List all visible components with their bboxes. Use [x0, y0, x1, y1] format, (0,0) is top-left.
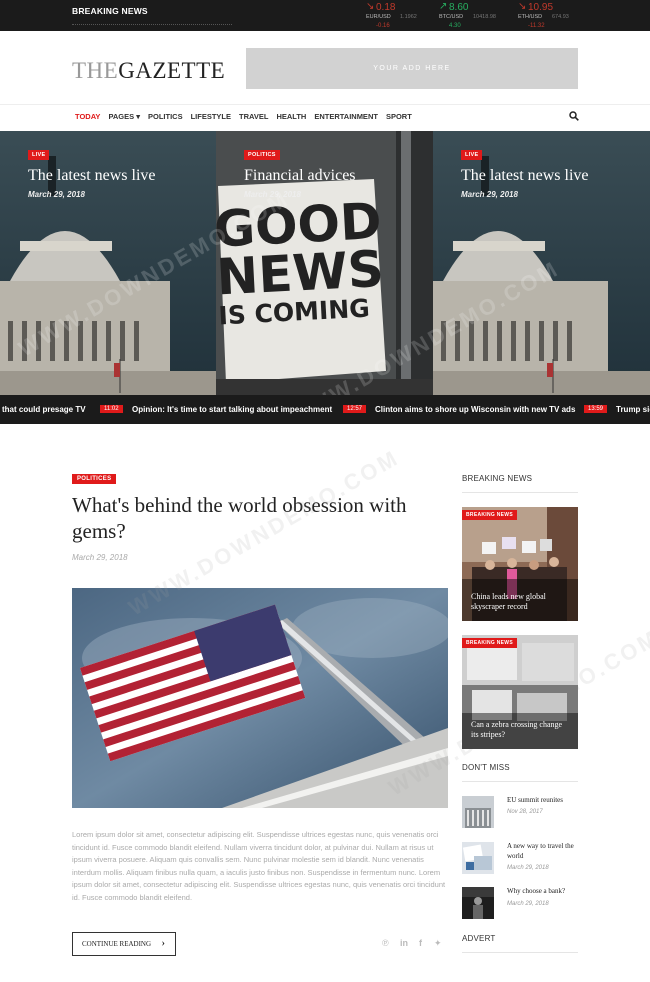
main-nav: TODAY PAGES ▾ POLITICS LIFESTYLE TRAVEL …: [75, 112, 412, 121]
market-price: 10418.98: [473, 14, 496, 20]
article-title[interactable]: What's behind the world obsession with g…: [72, 492, 432, 544]
sidebar-card[interactable]: BREAKING NEWS China leads new global sky…: [462, 507, 578, 621]
market-eth-usd[interactable]: ↘ 10.95 ETH/USD 674.93 -11.32: [518, 0, 588, 31]
slide-title[interactable]: Financial advices: [244, 167, 356, 185]
dont-miss-date: Nov 28, 2017: [507, 809, 543, 815]
ticker-time: 12:57: [343, 405, 367, 413]
market-price: 1.1962: [400, 14, 417, 20]
market-change: 0.18: [376, 2, 396, 13]
market-price: 674.93: [552, 14, 569, 20]
sidebar-divider: [462, 781, 578, 782]
headline-ticker: that could presage TV 11:02 Opinion: It'…: [0, 395, 650, 424]
ticker-headline[interactable]: Clinton aims to shore up Wisconsin with …: [375, 405, 575, 414]
market-sub: -11.32: [528, 23, 545, 29]
nav-item-health[interactable]: HEALTH: [276, 112, 306, 121]
facebook-icon[interactable]: f: [419, 938, 422, 948]
slide-title[interactable]: The latest news live: [461, 167, 589, 185]
sign-text: GOOD NEWS IS COMING: [216, 192, 394, 332]
linkedin-icon[interactable]: in: [400, 938, 408, 948]
card-title[interactable]: China leads new global skyscraper record: [471, 592, 571, 612]
nav-item-travel[interactable]: TRAVEL: [239, 112, 268, 121]
chevron-right-icon: ›: [161, 938, 165, 949]
slide-tag[interactable]: LIVE: [28, 150, 50, 160]
ticker-headline[interactable]: that could presage TV: [2, 405, 86, 414]
slide-date: March 29, 2018: [461, 190, 518, 199]
sidebar-card[interactable]: BREAKING NEWS Can a zebra crossing chang…: [462, 635, 578, 749]
twitter-icon[interactable]: ✦: [434, 938, 442, 949]
ticker-time: 13:59: [584, 405, 608, 413]
dont-miss-thumbnail: [462, 796, 494, 828]
trend-up-icon: ↗: [439, 1, 448, 12]
header-ad-banner[interactable]: YOUR ADD HERE: [246, 48, 578, 89]
market-change: 10.95: [528, 2, 554, 13]
market-pair: ETH/USD: [518, 14, 543, 20]
nav-item-politics[interactable]: POLITICS: [148, 112, 183, 121]
search-icon[interactable]: [569, 111, 579, 121]
article-excerpt: Lorem ipsum dolor sit amet, consectetur …: [72, 830, 446, 902]
card-title[interactable]: Can a zebra crossing change its stripes?: [471, 720, 571, 740]
flag-image: [72, 588, 448, 808]
hero-slide-2[interactable]: GOOD NEWS IS COMING POLITICS Financial a…: [216, 131, 434, 395]
dont-miss-item[interactable]: Why choose a bank? March 29, 2018: [462, 887, 578, 921]
dont-miss-item[interactable]: EU summit reunites Nov 28, 2017: [462, 796, 578, 830]
sidebar-heading-breaking: BREAKING NEWS: [462, 474, 533, 483]
slide-tag[interactable]: LIVE: [461, 150, 483, 160]
market-btc-usd[interactable]: ↗ 8.60 BTC/USD 10418.98 4.30: [439, 0, 509, 31]
dont-miss-title[interactable]: Why choose a bank?: [507, 887, 579, 897]
dont-miss-title[interactable]: A new way to travel the world: [507, 842, 579, 861]
slide-date: March 29, 2018: [244, 190, 301, 199]
hero-slider: LIVE The latest news live March 29, 2018…: [0, 131, 650, 395]
market-pair: EUR/USD: [366, 14, 391, 20]
sidebar-heading-dont-miss: DON'T MISS: [462, 763, 510, 772]
market-eur-usd[interactable]: ↘ 0.18 EUR/USD 1.1962 -0.16: [366, 0, 436, 31]
trend-down-icon: ↘: [518, 1, 527, 12]
nav-item-entertainment[interactable]: ENTERTAINMENT: [314, 112, 378, 121]
dont-miss-title[interactable]: EU summit reunites: [507, 796, 579, 806]
ticker-time: 11:02: [100, 405, 123, 413]
market-sub: 4.30: [449, 23, 461, 29]
logo-dark-text: GAZETTE: [118, 58, 226, 83]
nav-item-sport[interactable]: SPORT: [386, 112, 412, 121]
nav-divider: [0, 104, 650, 105]
card-tag[interactable]: BREAKING NEWS: [462, 638, 517, 648]
continue-reading-button[interactable]: CONTINUE READING ›: [72, 932, 176, 956]
top-bar: BREAKING NEWS ↘ 0.18 EUR/USD 1.1962 -0.1…: [0, 0, 650, 31]
hero-slide-1[interactable]: LIVE The latest news live March 29, 2018: [0, 131, 218, 395]
article-image[interactable]: [72, 588, 448, 808]
market-pair: BTC/USD: [439, 14, 464, 20]
slide-title[interactable]: The latest news live: [28, 167, 156, 185]
ticker-headline[interactable]: Trump sig: [616, 405, 650, 414]
breaking-news-strip: [72, 24, 232, 27]
dont-miss-thumbnail: [462, 887, 494, 919]
dont-miss-date: March 29, 2018: [507, 901, 549, 907]
sidebar-divider: [462, 492, 578, 493]
article-category-tag[interactable]: POLITICES: [72, 474, 117, 484]
sidebar-divider: [462, 952, 578, 953]
card-tag[interactable]: BREAKING NEWS: [462, 510, 517, 520]
trend-down-icon: ↘: [366, 1, 375, 12]
pinterest-icon[interactable]: ℗: [382, 938, 389, 948]
site-logo[interactable]: THEGAZETTE: [72, 58, 225, 84]
nav-item-today[interactable]: TODAY: [75, 112, 100, 121]
nav-item-lifestyle[interactable]: LIFESTYLE: [191, 112, 231, 121]
slide-date: March 29, 2018: [28, 190, 85, 199]
dont-miss-item[interactable]: A new way to travel the world March 29, …: [462, 842, 578, 876]
continue-reading-label: CONTINUE READING: [82, 940, 152, 948]
dont-miss-thumbnail: [462, 842, 494, 874]
nav-item-pages[interactable]: PAGES ▾: [108, 112, 140, 121]
logo-light-text: THE: [72, 58, 119, 83]
ticker-headline[interactable]: Opinion: It's time to start talking abou…: [132, 405, 332, 414]
article-date: March 29, 2018: [72, 553, 128, 562]
hero-slide-3[interactable]: LIVE The latest news live March 29, 2018: [433, 131, 650, 395]
slide-tag[interactable]: POLITICS: [244, 150, 280, 160]
breaking-news-label: BREAKING NEWS: [72, 6, 148, 16]
dont-miss-date: March 29, 2018: [507, 865, 549, 871]
market-sub: -0.16: [376, 23, 390, 29]
sidebar-heading-advert: ADVERT: [462, 934, 496, 943]
market-change: 8.60: [449, 2, 469, 13]
